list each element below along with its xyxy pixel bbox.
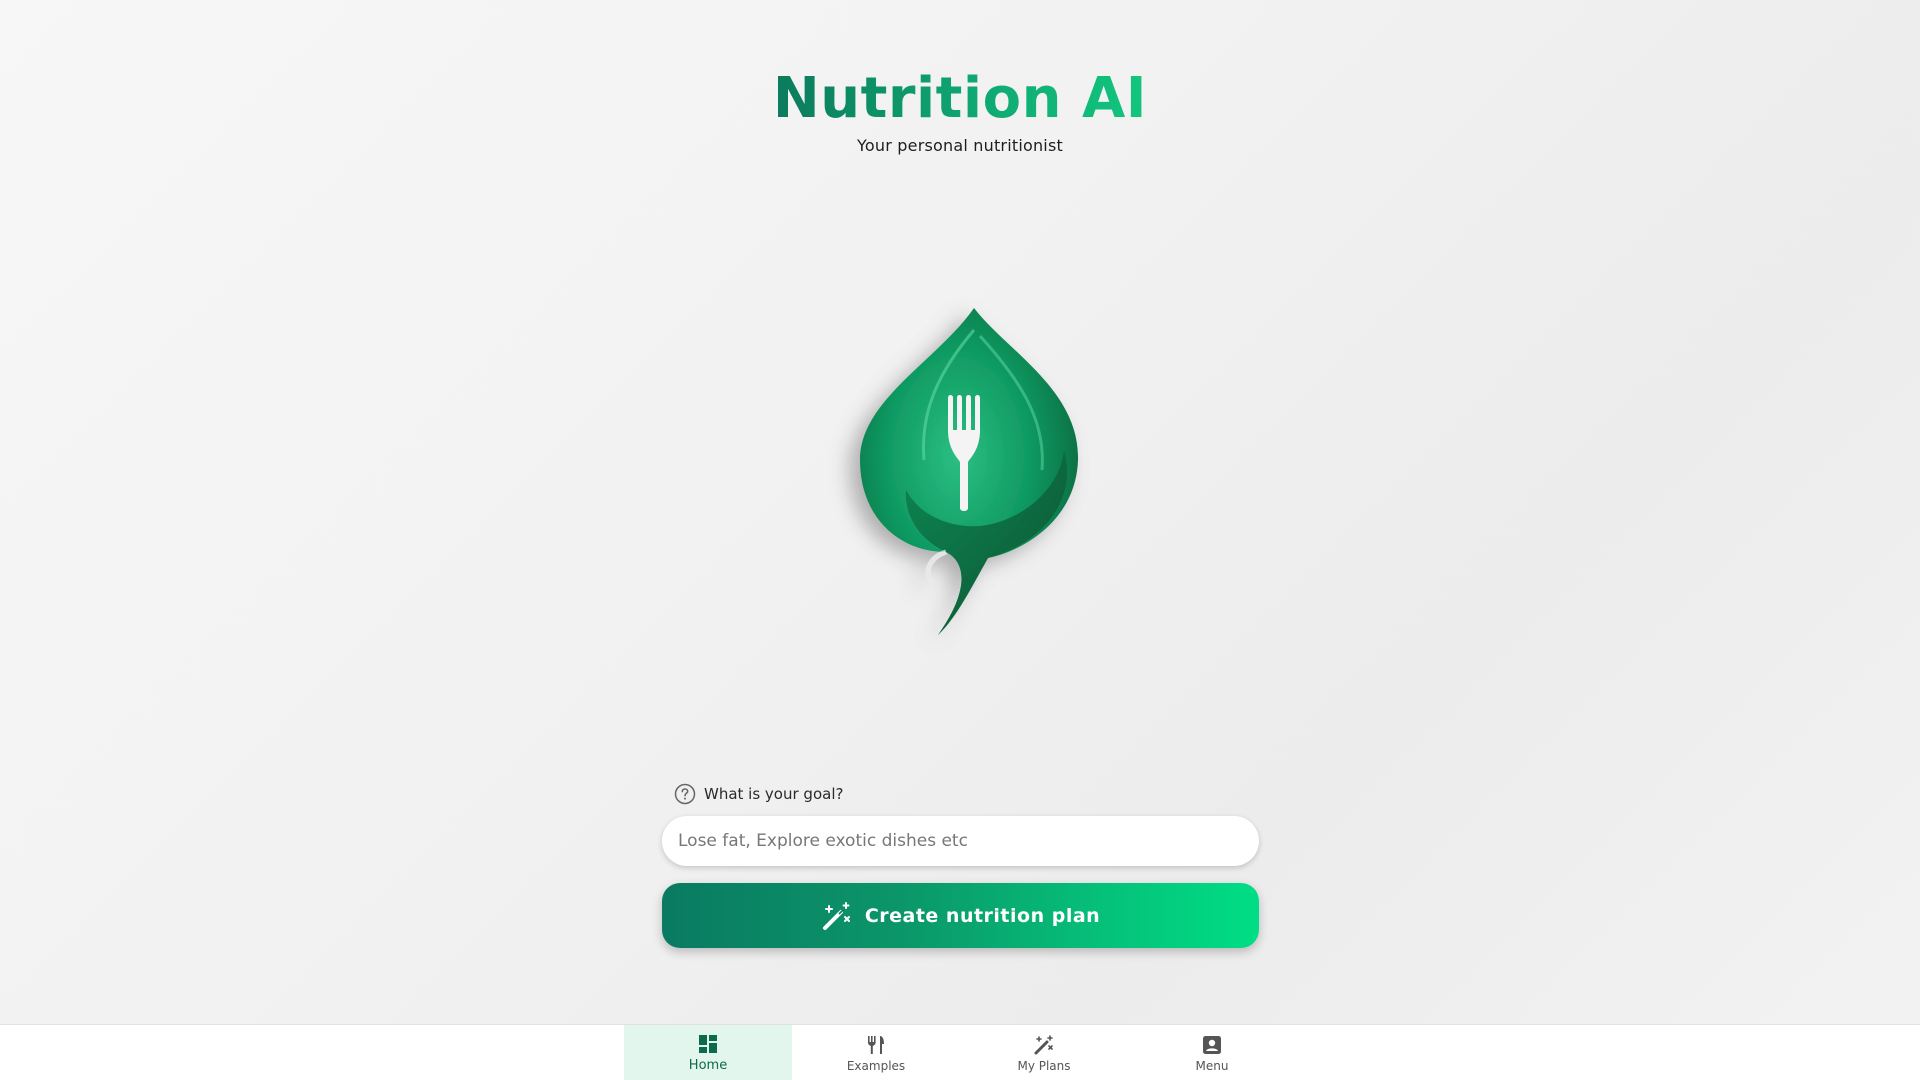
- magic-wand-icon: [821, 900, 853, 932]
- app-title: Nutrition AI: [773, 64, 1147, 134]
- nav-item-my-plans[interactable]: My Plans: [960, 1025, 1128, 1080]
- goal-input[interactable]: [662, 816, 1259, 866]
- dashboard-icon: [697, 1033, 719, 1055]
- nav-item-examples[interactable]: Examples: [792, 1025, 960, 1080]
- goal-label: What is your goal?: [674, 780, 1259, 808]
- leaf-fork-logo: [820, 290, 1090, 670]
- nav-label-menu: Menu: [1195, 1058, 1229, 1073]
- goal-label-text: What is your goal?: [704, 785, 844, 803]
- account-box-icon: [1201, 1034, 1223, 1056]
- create-nutrition-plan-label: Create nutrition plan: [864, 904, 1101, 927]
- create-nutrition-plan-button[interactable]: Create nutrition plan: [662, 883, 1259, 948]
- magic-wand-icon: [1033, 1034, 1055, 1056]
- nav-label-examples: Examples: [846, 1058, 906, 1073]
- app-subtitle: Your personal nutritionist: [857, 136, 1063, 155]
- nav-item-home[interactable]: Home: [624, 1025, 792, 1080]
- help-circle-icon[interactable]: [674, 783, 696, 805]
- nav-label-home: Home: [688, 1058, 728, 1073]
- goal-section: What is your goal?: [662, 780, 1259, 866]
- nav-label-my-plans: My Plans: [1017, 1058, 1071, 1073]
- fork-knife-icon: [865, 1034, 887, 1056]
- bottom-navigation: Home Examples My Plans Menu: [0, 1024, 1920, 1080]
- nav-item-menu[interactable]: Menu: [1128, 1025, 1296, 1080]
- app-header: Nutrition AI Your personal nutritionist: [0, 64, 1920, 155]
